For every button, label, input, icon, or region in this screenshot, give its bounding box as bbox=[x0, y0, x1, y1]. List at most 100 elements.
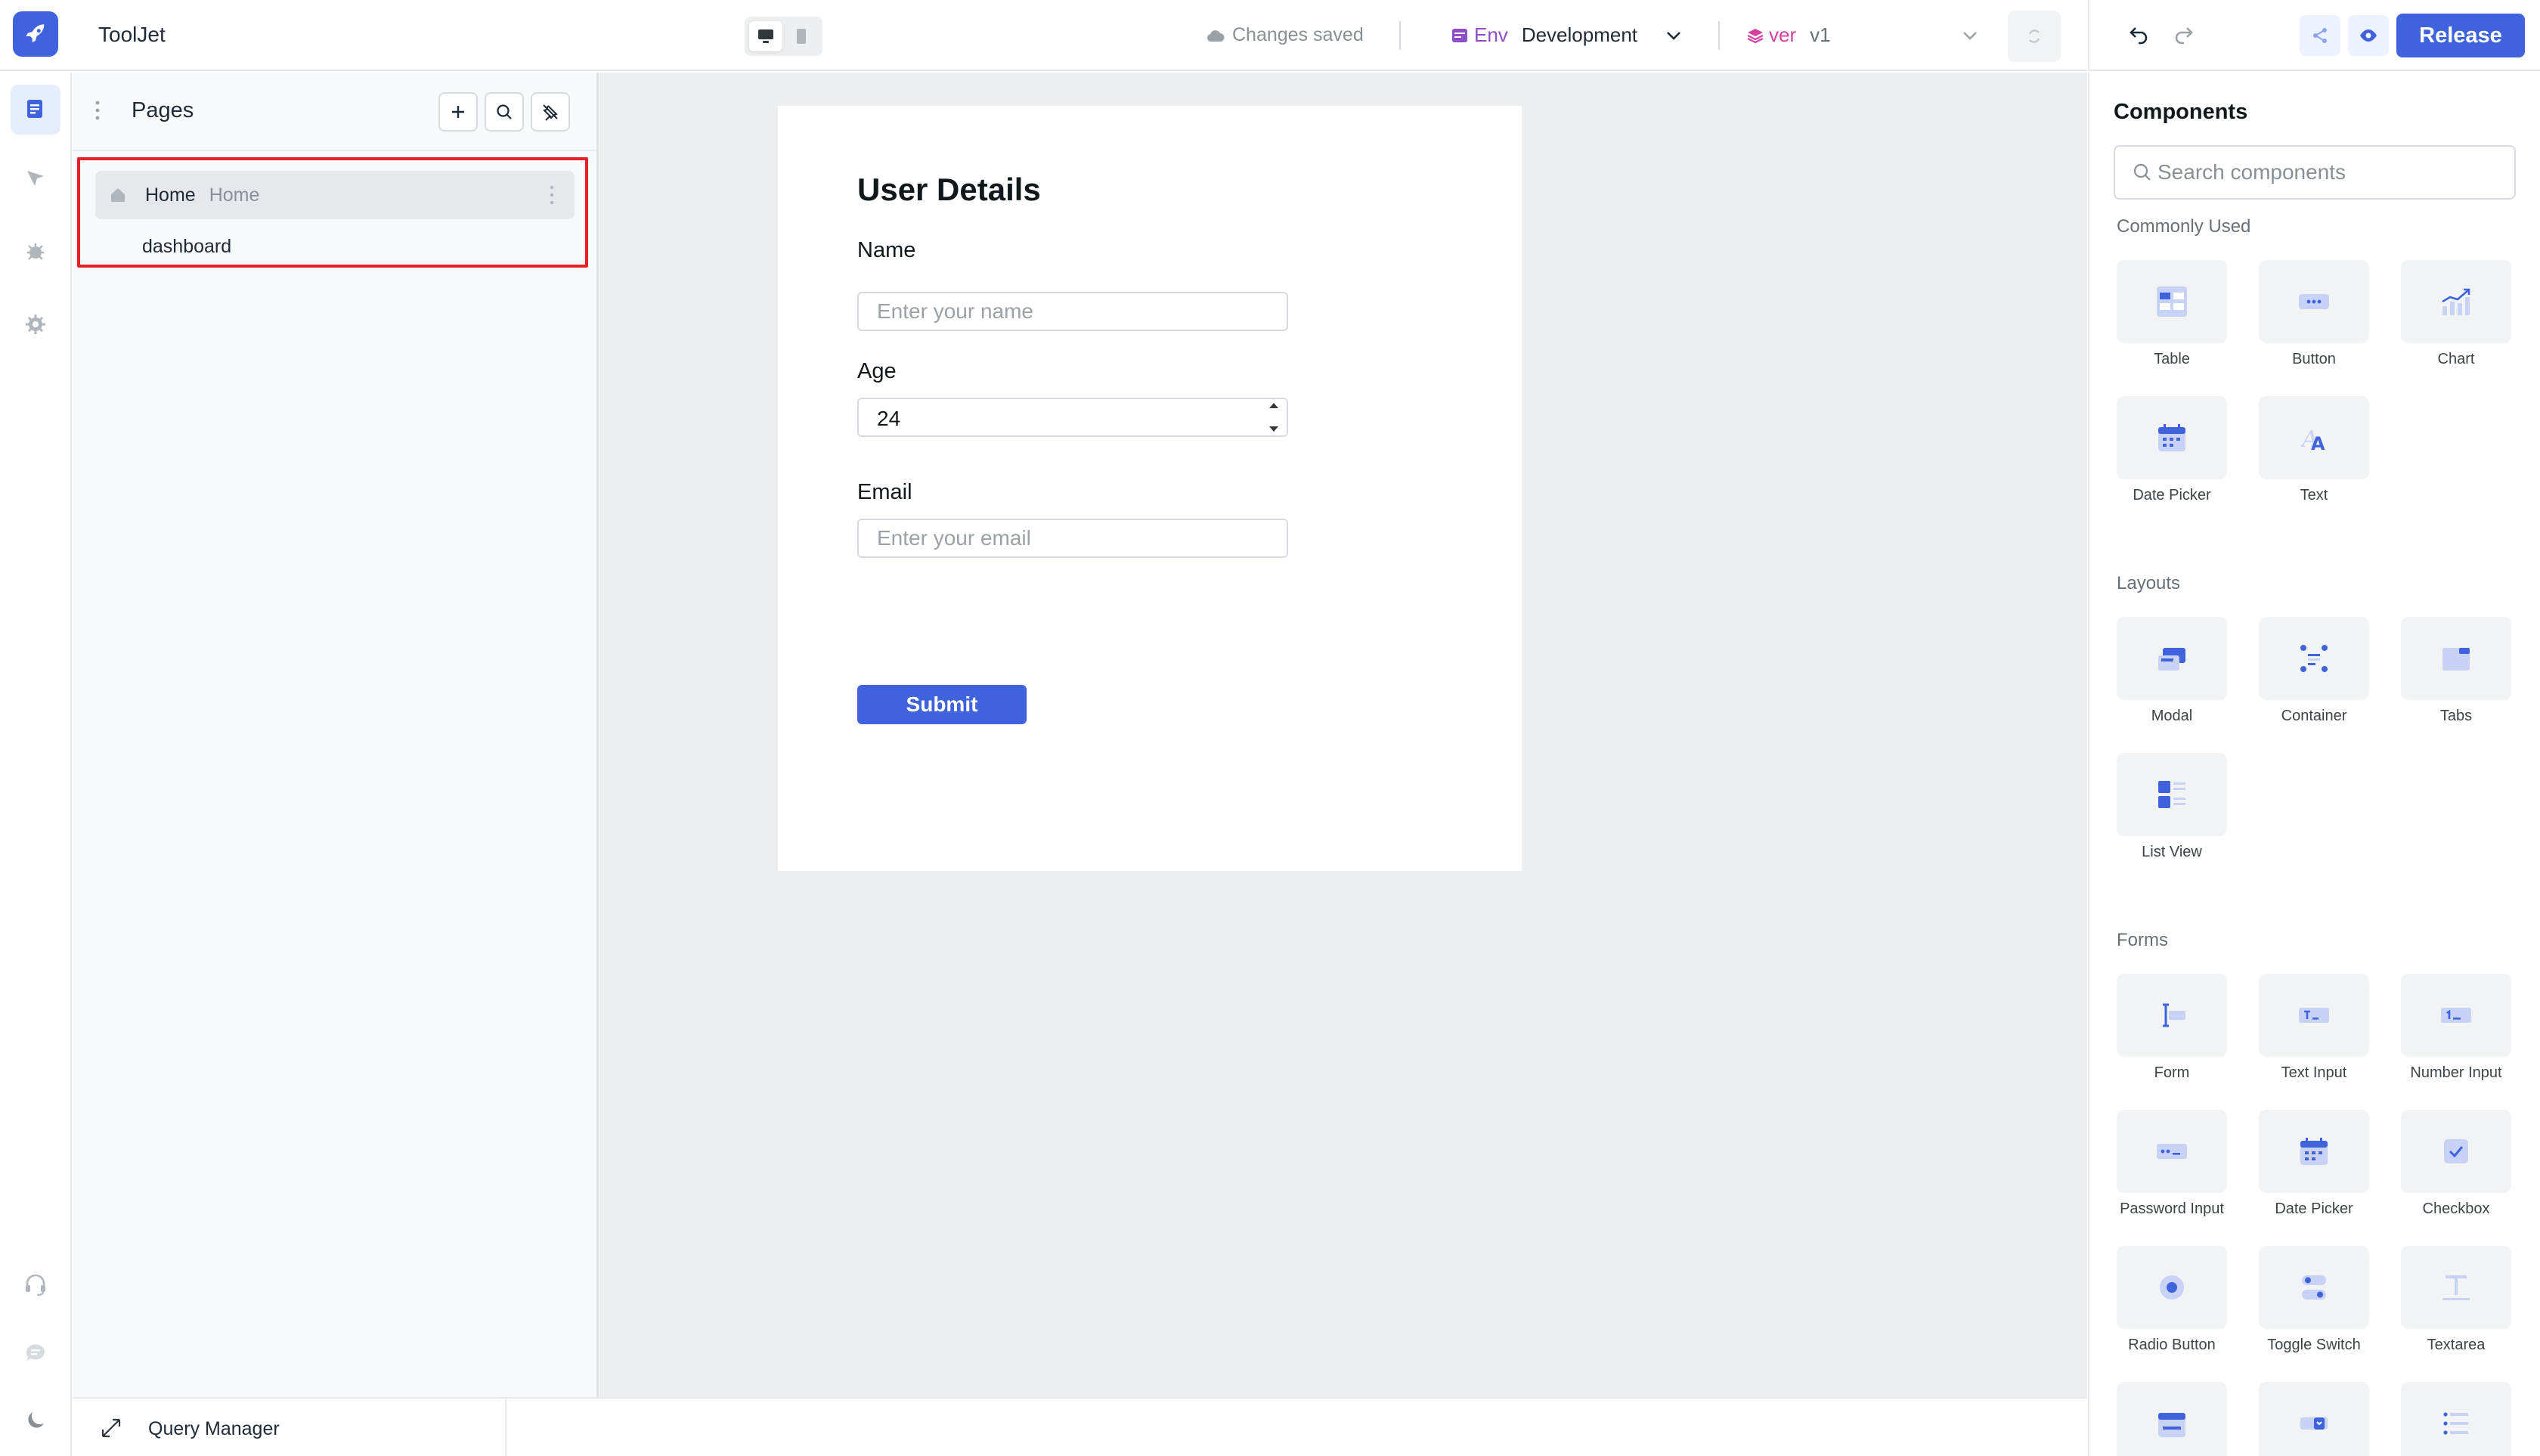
section-title-commonly-used: Commonly Used bbox=[2117, 216, 2251, 237]
desktop-view-button[interactable] bbox=[749, 21, 782, 51]
component-tile-checkbox[interactable] bbox=[2401, 1110, 2511, 1193]
increment-icon[interactable] bbox=[1268, 401, 1280, 410]
component-tile-date-picker[interactable] bbox=[2117, 396, 2227, 479]
dropdown-icon bbox=[2300, 1417, 2328, 1430]
share-button[interactable] bbox=[2300, 15, 2340, 56]
share-icon bbox=[2313, 28, 2327, 43]
component-label: Toggle Switch bbox=[2267, 1337, 2361, 1353]
preview-button[interactable] bbox=[2348, 15, 2389, 56]
gear-icon bbox=[26, 314, 45, 334]
tooljet-logo-icon[interactable] bbox=[13, 11, 58, 57]
number-stepper[interactable] bbox=[1264, 401, 1284, 434]
pages-title: Pages bbox=[132, 98, 194, 122]
page-menu-icon[interactable] bbox=[549, 184, 555, 206]
desktop-icon bbox=[758, 29, 773, 43]
list-view-icon bbox=[2158, 781, 2185, 808]
component-tile-radio-button[interactable] bbox=[2117, 1246, 2227, 1329]
age-number-input[interactable]: 24 bbox=[857, 398, 1288, 437]
layers-icon bbox=[1747, 28, 1764, 43]
component-tile-form[interactable] bbox=[2117, 974, 2227, 1057]
page-item-dashboard[interactable]: dashboard bbox=[95, 222, 575, 271]
page-name: dashboard bbox=[142, 235, 232, 257]
component-search[interactable] bbox=[2114, 145, 2516, 200]
checkbox-icon bbox=[2444, 1139, 2468, 1163]
component-label: Text Input bbox=[2281, 1064, 2347, 1081]
email-input[interactable] bbox=[857, 519, 1288, 558]
component-tile-number-input[interactable] bbox=[2401, 974, 2511, 1057]
chevron-down-icon[interactable] bbox=[1665, 27, 1683, 44]
page-item-home[interactable]: Home Home bbox=[95, 171, 575, 219]
age-value: 24 bbox=[877, 407, 901, 430]
component-tile-chart[interactable] bbox=[2401, 260, 2511, 343]
component-tile-table[interactable] bbox=[2117, 260, 2227, 343]
chart-icon bbox=[2442, 288, 2470, 315]
device-toggle bbox=[745, 17, 822, 56]
tabs-icon bbox=[2442, 648, 2470, 671]
component-label: Password Input bbox=[2120, 1200, 2224, 1217]
version-selector[interactable]: ver v1 bbox=[1746, 23, 1831, 47]
release-button[interactable]: Release bbox=[2396, 14, 2525, 57]
container-icon bbox=[2300, 645, 2328, 672]
add-page-button[interactable] bbox=[438, 92, 478, 132]
settings-nav-button[interactable] bbox=[11, 299, 60, 349]
environment-icon bbox=[1452, 28, 1467, 42]
component-tile-toggle-switch[interactable] bbox=[2259, 1246, 2369, 1329]
component-tile-date-picker-form[interactable] bbox=[2259, 1110, 2369, 1193]
support-nav-button[interactable] bbox=[11, 1259, 60, 1309]
chat-icon bbox=[26, 1344, 45, 1361]
text-input-icon bbox=[2299, 1008, 2329, 1023]
component-tile-text-input[interactable] bbox=[2259, 974, 2369, 1057]
top-right-actions: Release bbox=[2088, 0, 2540, 71]
component-label: Date Picker bbox=[2133, 487, 2211, 503]
component-label: Chart bbox=[2437, 351, 2475, 367]
search-icon bbox=[497, 104, 512, 119]
component-tile-partial[interactable] bbox=[2259, 1382, 2369, 1456]
expand-icon[interactable] bbox=[100, 1417, 122, 1439]
editor-canvas[interactable]: User Details Name Age 24 Email Submit bbox=[599, 73, 2087, 1397]
component-tile-list-view[interactable] bbox=[2117, 753, 2227, 836]
app-name[interactable]: ToolJet bbox=[98, 23, 166, 47]
chevron-down-icon[interactable] bbox=[1961, 27, 1979, 44]
component-tile-partial[interactable] bbox=[2117, 1382, 2227, 1456]
top-bar: ToolJet Changes saved Env Development ve… bbox=[0, 0, 2087, 71]
component-label: Text bbox=[2300, 487, 2328, 503]
component-tile-modal[interactable] bbox=[2117, 617, 2227, 700]
component-tile-textarea[interactable] bbox=[2401, 1246, 2511, 1329]
page-handle: Home bbox=[209, 184, 260, 206]
component-label: Button bbox=[2292, 351, 2336, 367]
inspector-nav-button[interactable] bbox=[11, 154, 60, 204]
divider bbox=[1399, 21, 1401, 50]
component-label: Textarea bbox=[2427, 1337, 2486, 1353]
mobile-view-button[interactable] bbox=[785, 21, 818, 51]
drag-handle-icon[interactable] bbox=[94, 98, 101, 122]
component-tile-partial[interactable] bbox=[2401, 1382, 2511, 1456]
unpin-panel-button[interactable] bbox=[531, 92, 570, 132]
environment-selector[interactable]: Env Development bbox=[1451, 23, 1637, 47]
sync-button[interactable] bbox=[2008, 11, 2061, 62]
pages-nav-button[interactable] bbox=[11, 85, 60, 135]
decrement-icon[interactable] bbox=[1268, 425, 1280, 434]
component-tile-button[interactable] bbox=[2259, 260, 2369, 343]
name-input[interactable] bbox=[857, 292, 1288, 331]
debugger-nav-button[interactable] bbox=[11, 227, 60, 277]
redo-icon[interactable] bbox=[2173, 23, 2195, 45]
component-label: List View bbox=[2142, 844, 2202, 860]
component-tile-container[interactable] bbox=[2259, 617, 2369, 700]
sync-icon bbox=[2028, 29, 2040, 43]
form-container[interactable]: User Details Name Age 24 Email Submit bbox=[778, 106, 1522, 871]
component-label: Number Input bbox=[2410, 1064, 2502, 1081]
pages-icon bbox=[27, 100, 42, 118]
query-manager-toggle[interactable]: Query Manager bbox=[73, 1399, 506, 1456]
component-tile-password-input[interactable] bbox=[2117, 1110, 2227, 1193]
chat-nav-button[interactable] bbox=[11, 1327, 60, 1377]
component-tile-tabs[interactable] bbox=[2401, 617, 2511, 700]
submit-button[interactable]: Submit bbox=[857, 685, 1027, 724]
search-pages-button[interactable] bbox=[485, 92, 524, 132]
component-search-input[interactable] bbox=[2157, 160, 2505, 184]
component-tile-text[interactable]: AA bbox=[2259, 396, 2369, 479]
plus-icon bbox=[452, 106, 464, 118]
section-title-forms: Forms bbox=[2117, 930, 2168, 950]
pages-panel: Pages Home Home dashboard bbox=[73, 73, 599, 1397]
undo-icon[interactable] bbox=[2127, 23, 2150, 45]
theme-toggle-button[interactable] bbox=[11, 1396, 60, 1445]
